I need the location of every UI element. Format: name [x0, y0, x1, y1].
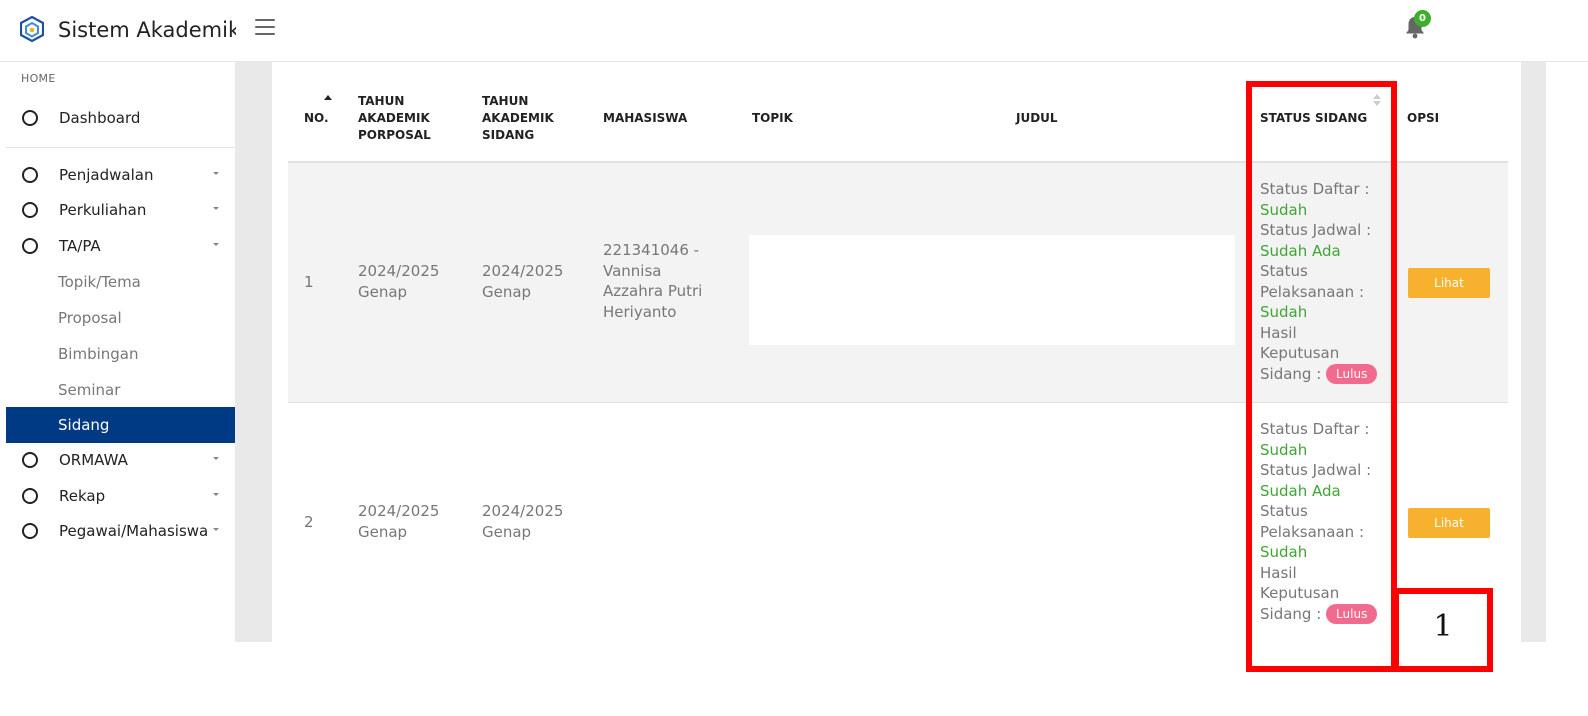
cell-line: Genap	[358, 282, 408, 301]
top-navbar: Sistem Akademik 0	[0, 0, 1588, 62]
caret-down-icon	[213, 457, 219, 460]
lihat-button[interactable]: Lihat	[1408, 268, 1490, 298]
sidebar-divider	[6, 147, 235, 148]
sidebar-subitem-bimbingan[interactable]: Bimbingan	[6, 336, 235, 372]
caret-down-icon	[213, 493, 219, 496]
cell-tahun-proposal: 2024/2025 Genap	[358, 261, 439, 302]
sidebar: HOME Dashboard Penjadwalan Perkuliahan T…	[6, 62, 235, 642]
sidebar-item-pegawai-mahasiswa[interactable]: Pegawai/Mahasiswa	[6, 513, 235, 549]
cell-no: 2	[304, 513, 314, 531]
app-logo-icon	[20, 16, 44, 42]
cell-tahun-proposal: 2024/2025 Genap	[358, 501, 439, 542]
column-header-opsi[interactable]: OPSI	[1407, 110, 1439, 127]
header-line: TAHUN	[358, 94, 405, 108]
column-header-judul[interactable]: JUDUL	[1016, 110, 1058, 127]
sidebar-subitem-label: Sidang	[58, 416, 110, 434]
cell-tahun-sidang: 2024/2025 Genap	[482, 261, 563, 302]
cell-line: Genap	[482, 282, 532, 301]
app-title: Sistem Akademik	[58, 18, 236, 42]
caret-down-icon	[213, 243, 219, 246]
sidebar-item-ta-pa[interactable]: TA/PA	[6, 228, 235, 264]
sidebar-subitem-proposal[interactable]: Proposal	[6, 300, 235, 336]
cell-line: 2024/2025	[358, 502, 440, 520]
cell-line: Azzahra Putri	[603, 282, 703, 300]
sidebar-subitem-label: Bimbingan	[58, 345, 139, 363]
sidebar-item-perkuliahan[interactable]: Perkuliahan	[6, 192, 235, 228]
sidebar-item-label: Perkuliahan	[59, 201, 147, 219]
cell-line: Heriyanto	[603, 302, 677, 321]
cell-line: 2024/2025	[482, 262, 564, 280]
header-line: AKADEMIK	[482, 111, 554, 125]
circle-icon	[22, 167, 38, 183]
column-header-mahasiswa[interactable]: MAHASISWA	[603, 110, 687, 127]
sidebar-item-penjadwalan[interactable]: Penjadwalan	[6, 157, 235, 193]
sidebar-item-label: TA/PA	[59, 237, 101, 255]
caret-down-icon	[213, 172, 219, 175]
caret-down-icon	[213, 528, 219, 531]
column-header-tahun-proposal[interactable]: TAHUN AKADEMIK PORPOSAL	[358, 93, 431, 144]
sidebar-subitem-label: Proposal	[58, 309, 122, 327]
sidebar-item-label: Penjadwalan	[59, 166, 154, 184]
sidebar-subitem-seminar[interactable]: Seminar	[6, 372, 235, 408]
sidebar-item-label: Dashboard	[59, 109, 141, 127]
column-header-no[interactable]: NO.	[304, 110, 329, 127]
sidebar-item-label: ORMAWA	[59, 451, 128, 469]
circle-icon	[22, 452, 38, 468]
header-line: PORPOSAL	[358, 128, 431, 142]
header-line: AKADEMIK	[358, 111, 430, 125]
circle-icon	[22, 523, 38, 539]
sidebar-subitem-sidang[interactable]: Sidang	[6, 407, 235, 443]
cell-line: 2024/2025	[482, 502, 564, 520]
cell-no: 1	[304, 273, 314, 291]
sidebar-item-label: Rekap	[59, 487, 106, 505]
column-header-topik[interactable]: TOPIK	[752, 110, 793, 127]
cell-tahun-sidang: 2024/2025 Genap	[482, 501, 563, 542]
column-header-tahun-sidang[interactable]: TAHUN AKADEMIK SIDANG	[482, 93, 554, 144]
cell-mahasiswa: 221341046 - Vannisa Azzahra Putri Heriya…	[603, 240, 702, 322]
sidebar-item-label: Pegawai/Mahasiswa	[59, 522, 209, 540]
header-line: TAHUN	[482, 94, 529, 108]
cell-line: Vannisa	[603, 261, 662, 280]
highlight-box-status-column	[1246, 81, 1397, 672]
sidebar-subitem-label: Topik/Tema	[58, 273, 141, 291]
annotation-number: 1	[1433, 609, 1453, 644]
cell-line: Genap	[358, 522, 408, 541]
cell-topik-judul-blank	[749, 235, 1235, 345]
cell-line: Genap	[482, 522, 532, 541]
sidebar-subitem-topik[interactable]: Topik/Tema	[6, 264, 235, 300]
circle-icon	[22, 238, 38, 254]
circle-icon	[22, 110, 38, 126]
sidebar-section-title: HOME	[21, 72, 56, 85]
sidebar-item-ormawa[interactable]: ORMAWA	[6, 442, 235, 478]
notification-count-badge: 0	[1414, 10, 1431, 27]
cell-line: 2024/2025	[358, 262, 440, 280]
header-line: SIDANG	[482, 128, 535, 142]
sidebar-item-rekap[interactable]: Rekap	[6, 478, 235, 514]
sidebar-subitem-label: Seminar	[58, 381, 121, 399]
sidebar-item-dashboard[interactable]: Dashboard	[6, 100, 235, 136]
menu-toggle-icon[interactable]	[255, 19, 275, 37]
lihat-button[interactable]: Lihat	[1408, 508, 1490, 538]
circle-icon	[22, 202, 38, 218]
cell-line: 221341046 -	[603, 241, 700, 259]
sort-ascending-icon[interactable]	[324, 95, 332, 100]
caret-down-icon	[213, 207, 219, 210]
circle-icon	[22, 488, 38, 504]
